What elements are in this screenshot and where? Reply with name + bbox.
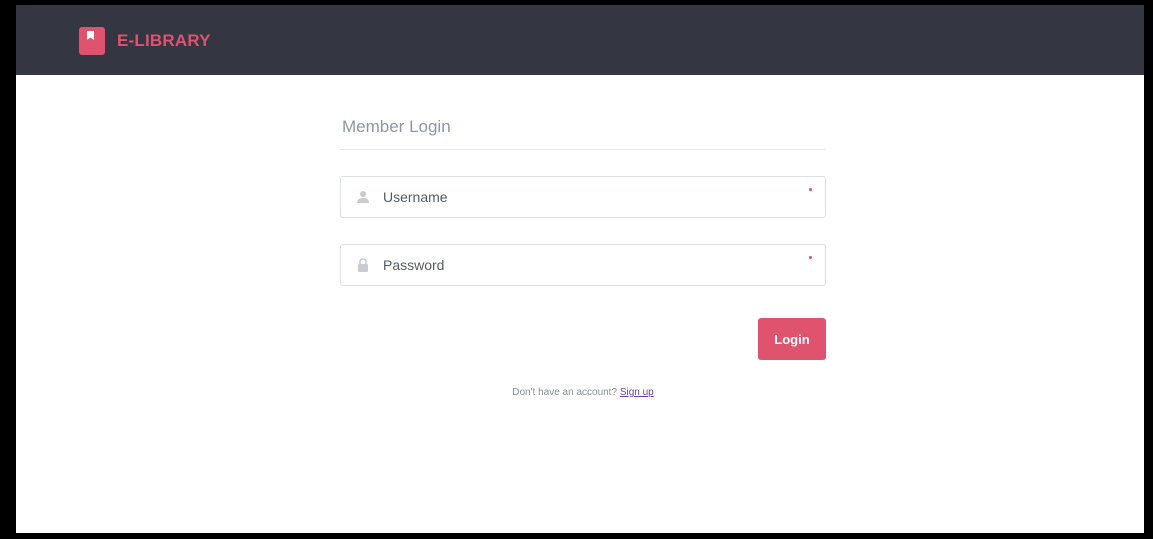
brand-name: E-LIBRARY	[117, 31, 211, 50]
required-indicator	[809, 188, 812, 191]
login-title: Member Login	[340, 117, 826, 150]
login-form: Member Login Username Login Don't have a…	[340, 117, 826, 398]
password-input[interactable]	[383, 245, 803, 285]
signup-link[interactable]: Sign up	[620, 387, 654, 398]
top-navbar: E-LIBRARY	[16, 5, 1144, 75]
browser-viewport: E-LIBRARY Member Login Username Login Do…	[16, 5, 1144, 533]
user-icon	[355, 189, 371, 205]
username-field-wrapper	[340, 176, 826, 218]
lock-icon	[355, 257, 371, 273]
login-button[interactable]: Login	[758, 318, 826, 360]
bookmark-book-icon	[79, 27, 105, 55]
signup-prompt-line: Don't have an account? Sign up	[340, 387, 826, 398]
required-indicator	[809, 256, 812, 259]
screen-frame: E-LIBRARY Member Login Username Login Do…	[0, 0, 1153, 539]
brand-link[interactable]: E-LIBRARY	[79, 27, 211, 55]
signup-prompt-text: Don't have an account?	[512, 387, 618, 398]
password-field-wrapper	[340, 244, 826, 286]
username-input[interactable]	[383, 177, 803, 217]
